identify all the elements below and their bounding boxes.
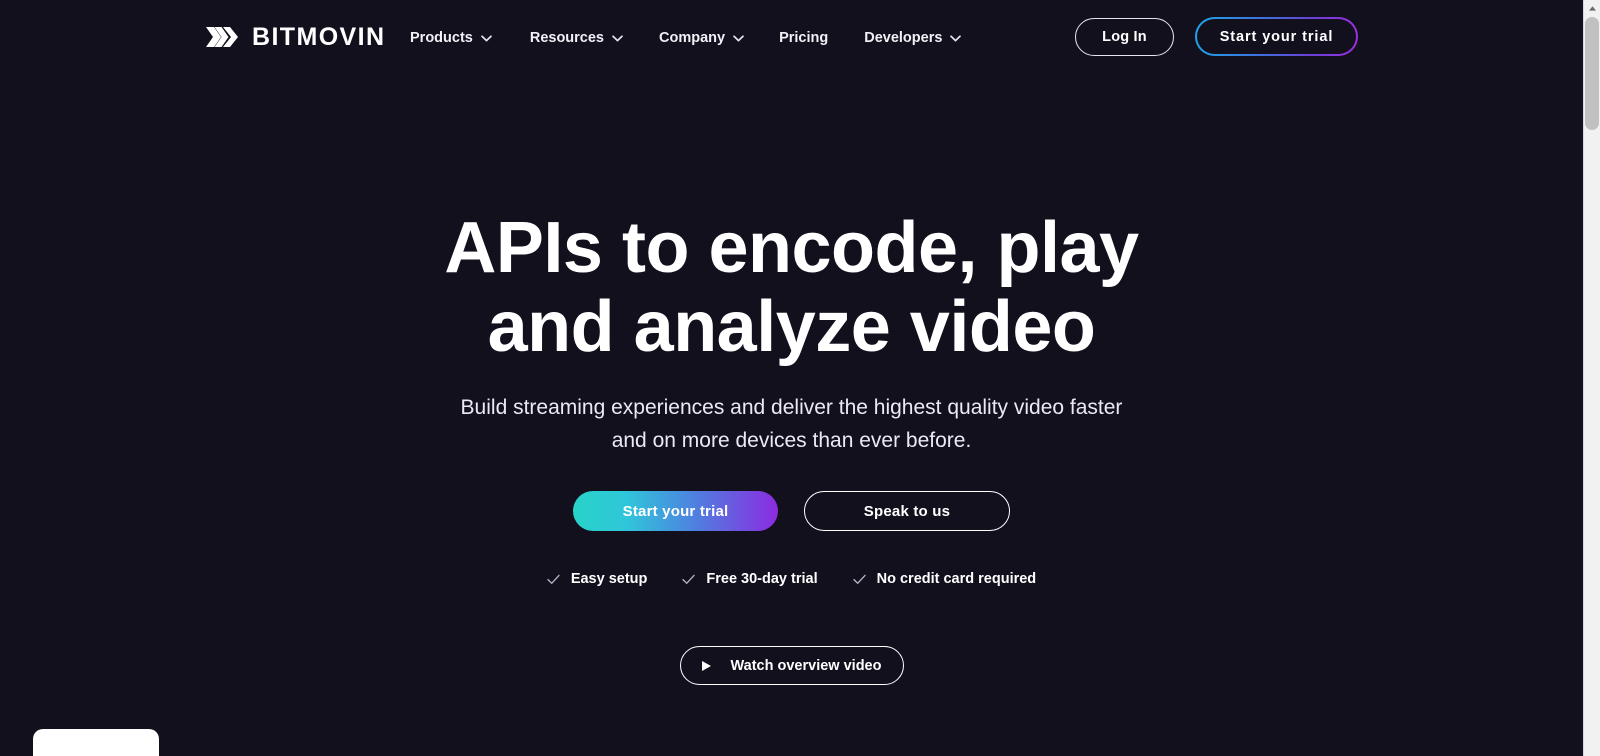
hero-subtitle: Build streaming experiences and deliver … [442, 392, 1142, 457]
hero-cta-row: Start your trial Speak to us [573, 491, 1010, 532]
nav-item-pricing[interactable]: Pricing [779, 26, 828, 50]
nav-label-pricing: Pricing [779, 30, 829, 46]
chevron-down-icon [612, 34, 623, 42]
nav-label-developers: Developers [864, 30, 943, 46]
page-title: APIs to encode, play and analyze video [242, 208, 1342, 368]
watch-overview-video-button[interactable]: Watch overview video [679, 646, 904, 686]
hero-feature-list: Easy setup Free 30-day trial No credit c… [547, 571, 1036, 587]
headline-line-1: APIs to encode, play [444, 208, 1139, 288]
check-icon [682, 574, 696, 585]
scroll-up-arrow-icon[interactable] [1584, 0, 1600, 17]
watch-video-row: Watch overview video [0, 646, 1583, 686]
nav-label-products: Products [410, 30, 473, 46]
chevron-down-icon [950, 34, 962, 42]
feature-label: Easy setup [570, 571, 648, 588]
play-icon [701, 660, 711, 671]
page-root: BITMOVIN Products Resources Company Pric… [0, 0, 1600, 756]
nav-item-resources[interactable]: Resources [530, 26, 623, 50]
feature-label: Free 30-day trial [706, 571, 818, 588]
header-start-trial-label: Start your trial [1196, 18, 1357, 55]
chevron-down-icon [480, 34, 492, 42]
main-navigation: Products Resources Company Pricing Devel… [410, 26, 962, 50]
nav-label-resources: Resources [529, 30, 604, 46]
header-actions: Log In Start your trial [1075, 17, 1358, 56]
bitmovin-chevrons-logo-icon [204, 24, 240, 50]
nav-item-products[interactable]: Products [410, 26, 492, 50]
feature-item: Free 30-day trial [682, 571, 818, 588]
start-trial-button[interactable]: Start your trial [573, 491, 778, 532]
feature-item: Easy setup [547, 571, 648, 588]
brand-name: BITMOVIN [252, 22, 386, 51]
bottom-widget[interactable] [33, 729, 159, 756]
headline-line-2: and analyze video [487, 287, 1096, 368]
browser-viewport: BITMOVIN Products Resources Company Pric… [0, 0, 1583, 756]
nav-item-company[interactable]: Company [659, 26, 744, 50]
chevron-down-icon [733, 34, 744, 42]
brand-logo[interactable]: BITMOVIN [204, 19, 385, 55]
feature-item: No credit card required [852, 571, 1037, 588]
feature-label: No credit card required [876, 571, 1037, 588]
check-icon [547, 574, 560, 585]
hero-section: APIs to encode, play and analyze video B… [0, 74, 1583, 686]
speak-to-us-button[interactable]: Speak to us [804, 491, 1010, 532]
scrollbar-thumb[interactable] [1585, 17, 1599, 130]
login-button[interactable]: Log In [1075, 17, 1174, 56]
nav-label-company: Company [659, 30, 726, 46]
subtitle-line-2: on more devices than ever before. [652, 428, 972, 452]
site-header: BITMOVIN Products Resources Company Pric… [0, 0, 1583, 74]
vertical-scrollbar[interactable] [1583, 0, 1600, 756]
header-start-trial-button[interactable]: Start your trial [1195, 17, 1358, 56]
check-icon [852, 574, 866, 585]
nav-item-developers[interactable]: Developers [864, 26, 962, 50]
watch-overview-video-label: Watch overview video [730, 657, 882, 674]
